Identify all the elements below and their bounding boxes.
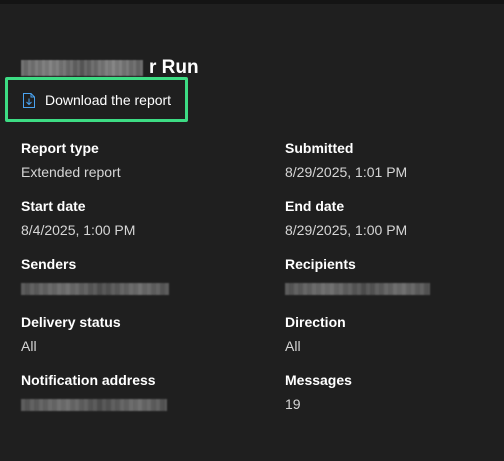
panel-title-suffix: r Run: [149, 57, 199, 78]
field-submitted: Submitted 8/29/2025, 1:01 PM: [285, 139, 504, 181]
field-messages: Messages 19: [285, 371, 504, 413]
field-label: Notification address: [21, 372, 156, 388]
field-value: 8/4/2025, 1:00 PM: [21, 222, 136, 238]
field-start-date: Start date 8/4/2025, 1:00 PM: [21, 197, 241, 239]
top-strip: [0, 0, 504, 4]
download-report-label: Download the report: [45, 92, 172, 108]
field-label: End date: [285, 198, 345, 214]
field-value: All: [285, 338, 301, 354]
field-value: All: [21, 338, 37, 354]
field-label: Delivery status: [21, 314, 121, 330]
download-report-button[interactable]: Download the report: [21, 89, 171, 111]
redacted-title-text: [21, 60, 143, 76]
field-value: 19: [285, 396, 301, 412]
field-label: Senders: [21, 256, 77, 272]
field-label: Messages: [285, 372, 352, 388]
field-label: Start date: [21, 198, 86, 214]
field-value: Extended report: [21, 164, 121, 180]
field-label: Direction: [285, 314, 346, 330]
field-value: 8/29/2025, 1:01 PM: [285, 164, 408, 180]
field-label: Recipients: [285, 256, 356, 272]
redacted-senders-value: [21, 283, 169, 295]
field-delivery-status: Delivery status All: [21, 313, 241, 355]
field-value: 8/29/2025, 1:00 PM: [285, 222, 408, 238]
field-direction: Direction All: [285, 313, 504, 355]
field-label: Report type: [21, 140, 99, 156]
file-download-icon: [23, 92, 35, 108]
field-senders: Senders: [21, 255, 241, 295]
redacted-recipients-value: [285, 283, 430, 295]
field-end-date: End date 8/29/2025, 1:00 PM: [285, 197, 504, 239]
redacted-notification-address-value: [21, 399, 167, 411]
field-recipients: Recipients: [285, 255, 504, 295]
field-label: Submitted: [285, 140, 354, 156]
field-report-type: Report type Extended report: [21, 139, 241, 181]
field-notification-address: Notification address: [21, 371, 241, 411]
